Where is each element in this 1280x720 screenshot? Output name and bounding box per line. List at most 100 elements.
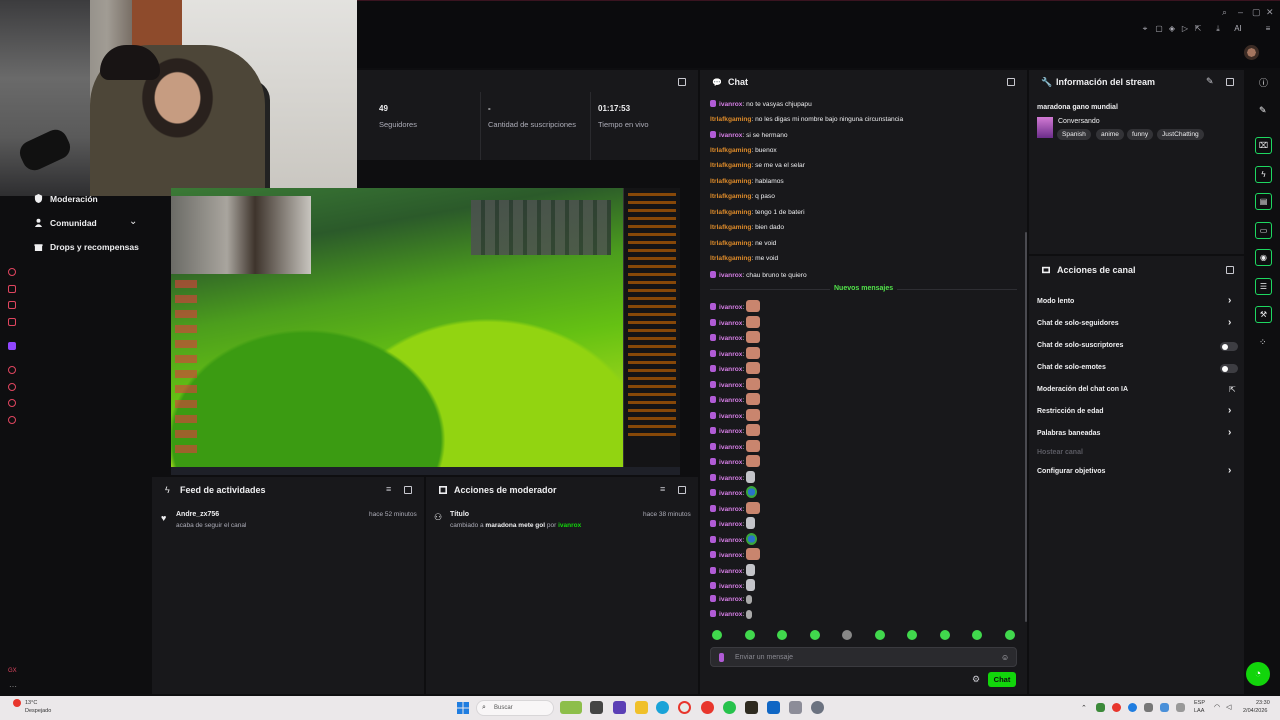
emote-hand-icon[interactable] <box>746 455 761 467</box>
explorer-app-icon[interactable] <box>635 701 648 714</box>
action-banned-words[interactable]: Palabras baneadas <box>1037 430 1100 437</box>
chat-username[interactable]: ivanrox <box>719 428 742 435</box>
clock-time[interactable]: 23:30 <box>1256 700 1270 706</box>
emote-hand-icon[interactable] <box>746 377 761 390</box>
emoji-icon[interactable]: ☺ <box>1001 653 1009 662</box>
taskbar-search[interactable]: ⌕ Buscar <box>476 700 554 716</box>
rail-refresh-icon[interactable] <box>8 399 16 407</box>
chat-username[interactable]: ivanrox <box>719 335 742 342</box>
emote-sticker-icon[interactable] <box>746 563 756 576</box>
chat-username[interactable]: ltrlafkgaming <box>710 209 751 216</box>
rail-lock-icon[interactable] <box>8 285 16 293</box>
chat-username[interactable]: ivanrox <box>719 568 742 575</box>
category-thumbnail[interactable] <box>1037 117 1053 138</box>
taskview-app-icon[interactable] <box>590 701 603 714</box>
rail-clock-icon[interactable] <box>8 383 16 391</box>
action-ai-moderation[interactable]: Moderación del chat con IA <box>1037 386 1128 393</box>
avatar[interactable] <box>1244 45 1259 60</box>
tag[interactable]: Spanish <box>1057 129 1091 140</box>
action-slow-mode[interactable]: Modo lento <box>1037 298 1074 305</box>
emotes-only-toggle[interactable] <box>1220 364 1238 373</box>
emote-button[interactable] <box>940 630 950 640</box>
chevron-down-icon[interactable]: ⌄ <box>129 216 137 227</box>
minimize-icon[interactable]: – <box>1238 7 1243 17</box>
emote-hand-icon[interactable] <box>746 315 761 328</box>
rail-wrench-button[interactable]: ⚒ <box>1255 306 1272 323</box>
opera-app-icon[interactable] <box>678 701 691 714</box>
action-followers-only[interactable]: Chat de solo-seguidores <box>1037 320 1119 327</box>
chat-username[interactable]: ivanrox <box>719 552 742 559</box>
chat-username[interactable]: ivanrox <box>719 132 742 139</box>
emote-hand-icon[interactable] <box>746 439 761 452</box>
rail-twitch-icon[interactable] <box>8 342 16 350</box>
emote-hand-icon[interactable] <box>746 300 761 312</box>
tag[interactable]: anime <box>1096 129 1124 140</box>
chat-username[interactable]: ivanrox <box>719 413 742 420</box>
emote-hand-icon[interactable] <box>746 346 761 359</box>
emote-button[interactable] <box>907 630 917 640</box>
lang-top[interactable]: ESP <box>1194 700 1205 706</box>
chat-username[interactable]: ivanrox <box>719 382 742 389</box>
chat-username[interactable]: ivanrox <box>719 101 742 108</box>
weather-icon[interactable] <box>13 699 21 707</box>
action-goals[interactable]: Configurar objetivos <box>1037 468 1105 475</box>
crop-icon[interactable]: ▢ <box>1155 25 1163 33</box>
edge-app-icon[interactable] <box>656 701 669 714</box>
rail-bolt-button[interactable]: ϟ <box>1255 166 1272 183</box>
chat-username[interactable]: ivanrox <box>719 583 742 590</box>
chevron-up-icon[interactable]: ⌃ <box>1081 704 1087 712</box>
outlook-app-icon[interactable] <box>767 701 780 714</box>
chat-username[interactable]: ltrlafkgaming <box>710 116 751 123</box>
info-icon[interactable]: ⓘ <box>1259 76 1268 89</box>
maximize-icon[interactable]: ▢ <box>1252 7 1261 18</box>
emote-sticker-icon[interactable] <box>746 579 756 591</box>
emote-button[interactable] <box>1005 630 1015 640</box>
menu-icon[interactable]: ≡ <box>1264 25 1272 33</box>
filter-icon[interactable]: ≡ <box>386 484 391 494</box>
rail-settings-icon[interactable] <box>8 366 16 374</box>
chevron-right-icon[interactable]: › <box>1228 427 1231 438</box>
bluetooth-icon[interactable] <box>1128 703 1137 712</box>
chat-username[interactable]: ivanrox <box>719 596 742 603</box>
pencil-icon[interactable]: ✎ <box>1259 105 1267 116</box>
chat-username[interactable]: ivanrox <box>719 351 742 358</box>
game-app-icon[interactable] <box>745 701 758 714</box>
chevron-right-icon[interactable]: › <box>1228 317 1231 328</box>
close-icon[interactable]: ✕ <box>1266 7 1274 18</box>
emote-hand-icon[interactable] <box>746 408 761 421</box>
sidebar-item-drops[interactable]: Drops y recompensas <box>50 242 139 252</box>
emote-earth-icon[interactable] <box>746 532 758 545</box>
stream-preview[interactable] <box>171 188 680 475</box>
more-icon[interactable]: ⋯ <box>9 682 17 691</box>
emote-tiny-icon[interactable] <box>746 594 753 604</box>
rail-chat-button[interactable]: ▭ <box>1255 222 1272 239</box>
subs-only-toggle[interactable] <box>1220 342 1238 351</box>
whatsapp-app-icon[interactable] <box>723 701 736 714</box>
chat-input[interactable]: Enviar un mensaje ☺ <box>710 647 1017 667</box>
chat-username[interactable]: ivanrox <box>719 444 742 451</box>
emote-button[interactable] <box>810 630 820 640</box>
chat-username[interactable]: ltrlafkgaming <box>710 240 751 247</box>
chat-username[interactable]: ivanrox <box>719 475 742 482</box>
emote-hand-icon[interactable] <box>746 362 761 374</box>
feed-user[interactable]: Andre_zx756 <box>176 511 219 518</box>
chat-username[interactable]: ivanrox <box>719 459 742 466</box>
action-subs-only[interactable]: Chat de solo-suscriptores <box>1037 342 1123 349</box>
emote-earth-icon[interactable] <box>746 486 758 498</box>
shield-icon[interactable]: ◈ <box>1168 25 1176 33</box>
chat-username[interactable]: ltrlafkgaming <box>710 178 751 185</box>
tray-app-icon[interactable] <box>1096 703 1105 712</box>
lang-bottom[interactable]: LAA <box>1194 708 1204 714</box>
sidebar-item-comunidad[interactable]: Comunidad <box>50 218 97 228</box>
action-age-restriction[interactable]: Restricción de edad <box>1037 408 1104 415</box>
external-link-icon[interactable]: ⇱ <box>1229 385 1236 394</box>
chat-username[interactable]: ivanrox <box>719 272 742 279</box>
emote-hand-icon[interactable] <box>746 501 761 514</box>
settings-app-icon[interactable] <box>811 701 824 714</box>
chat-username[interactable]: ivanrox <box>719 537 742 544</box>
rail-broadcast-button[interactable]: ◉ <box>1255 249 1272 266</box>
tray-app-icon[interactable] <box>1176 703 1185 712</box>
chevron-right-icon[interactable]: › <box>1228 465 1231 476</box>
teams-app-icon[interactable] <box>613 701 626 714</box>
export-icon[interactable]: ⇱ <box>1194 25 1202 33</box>
